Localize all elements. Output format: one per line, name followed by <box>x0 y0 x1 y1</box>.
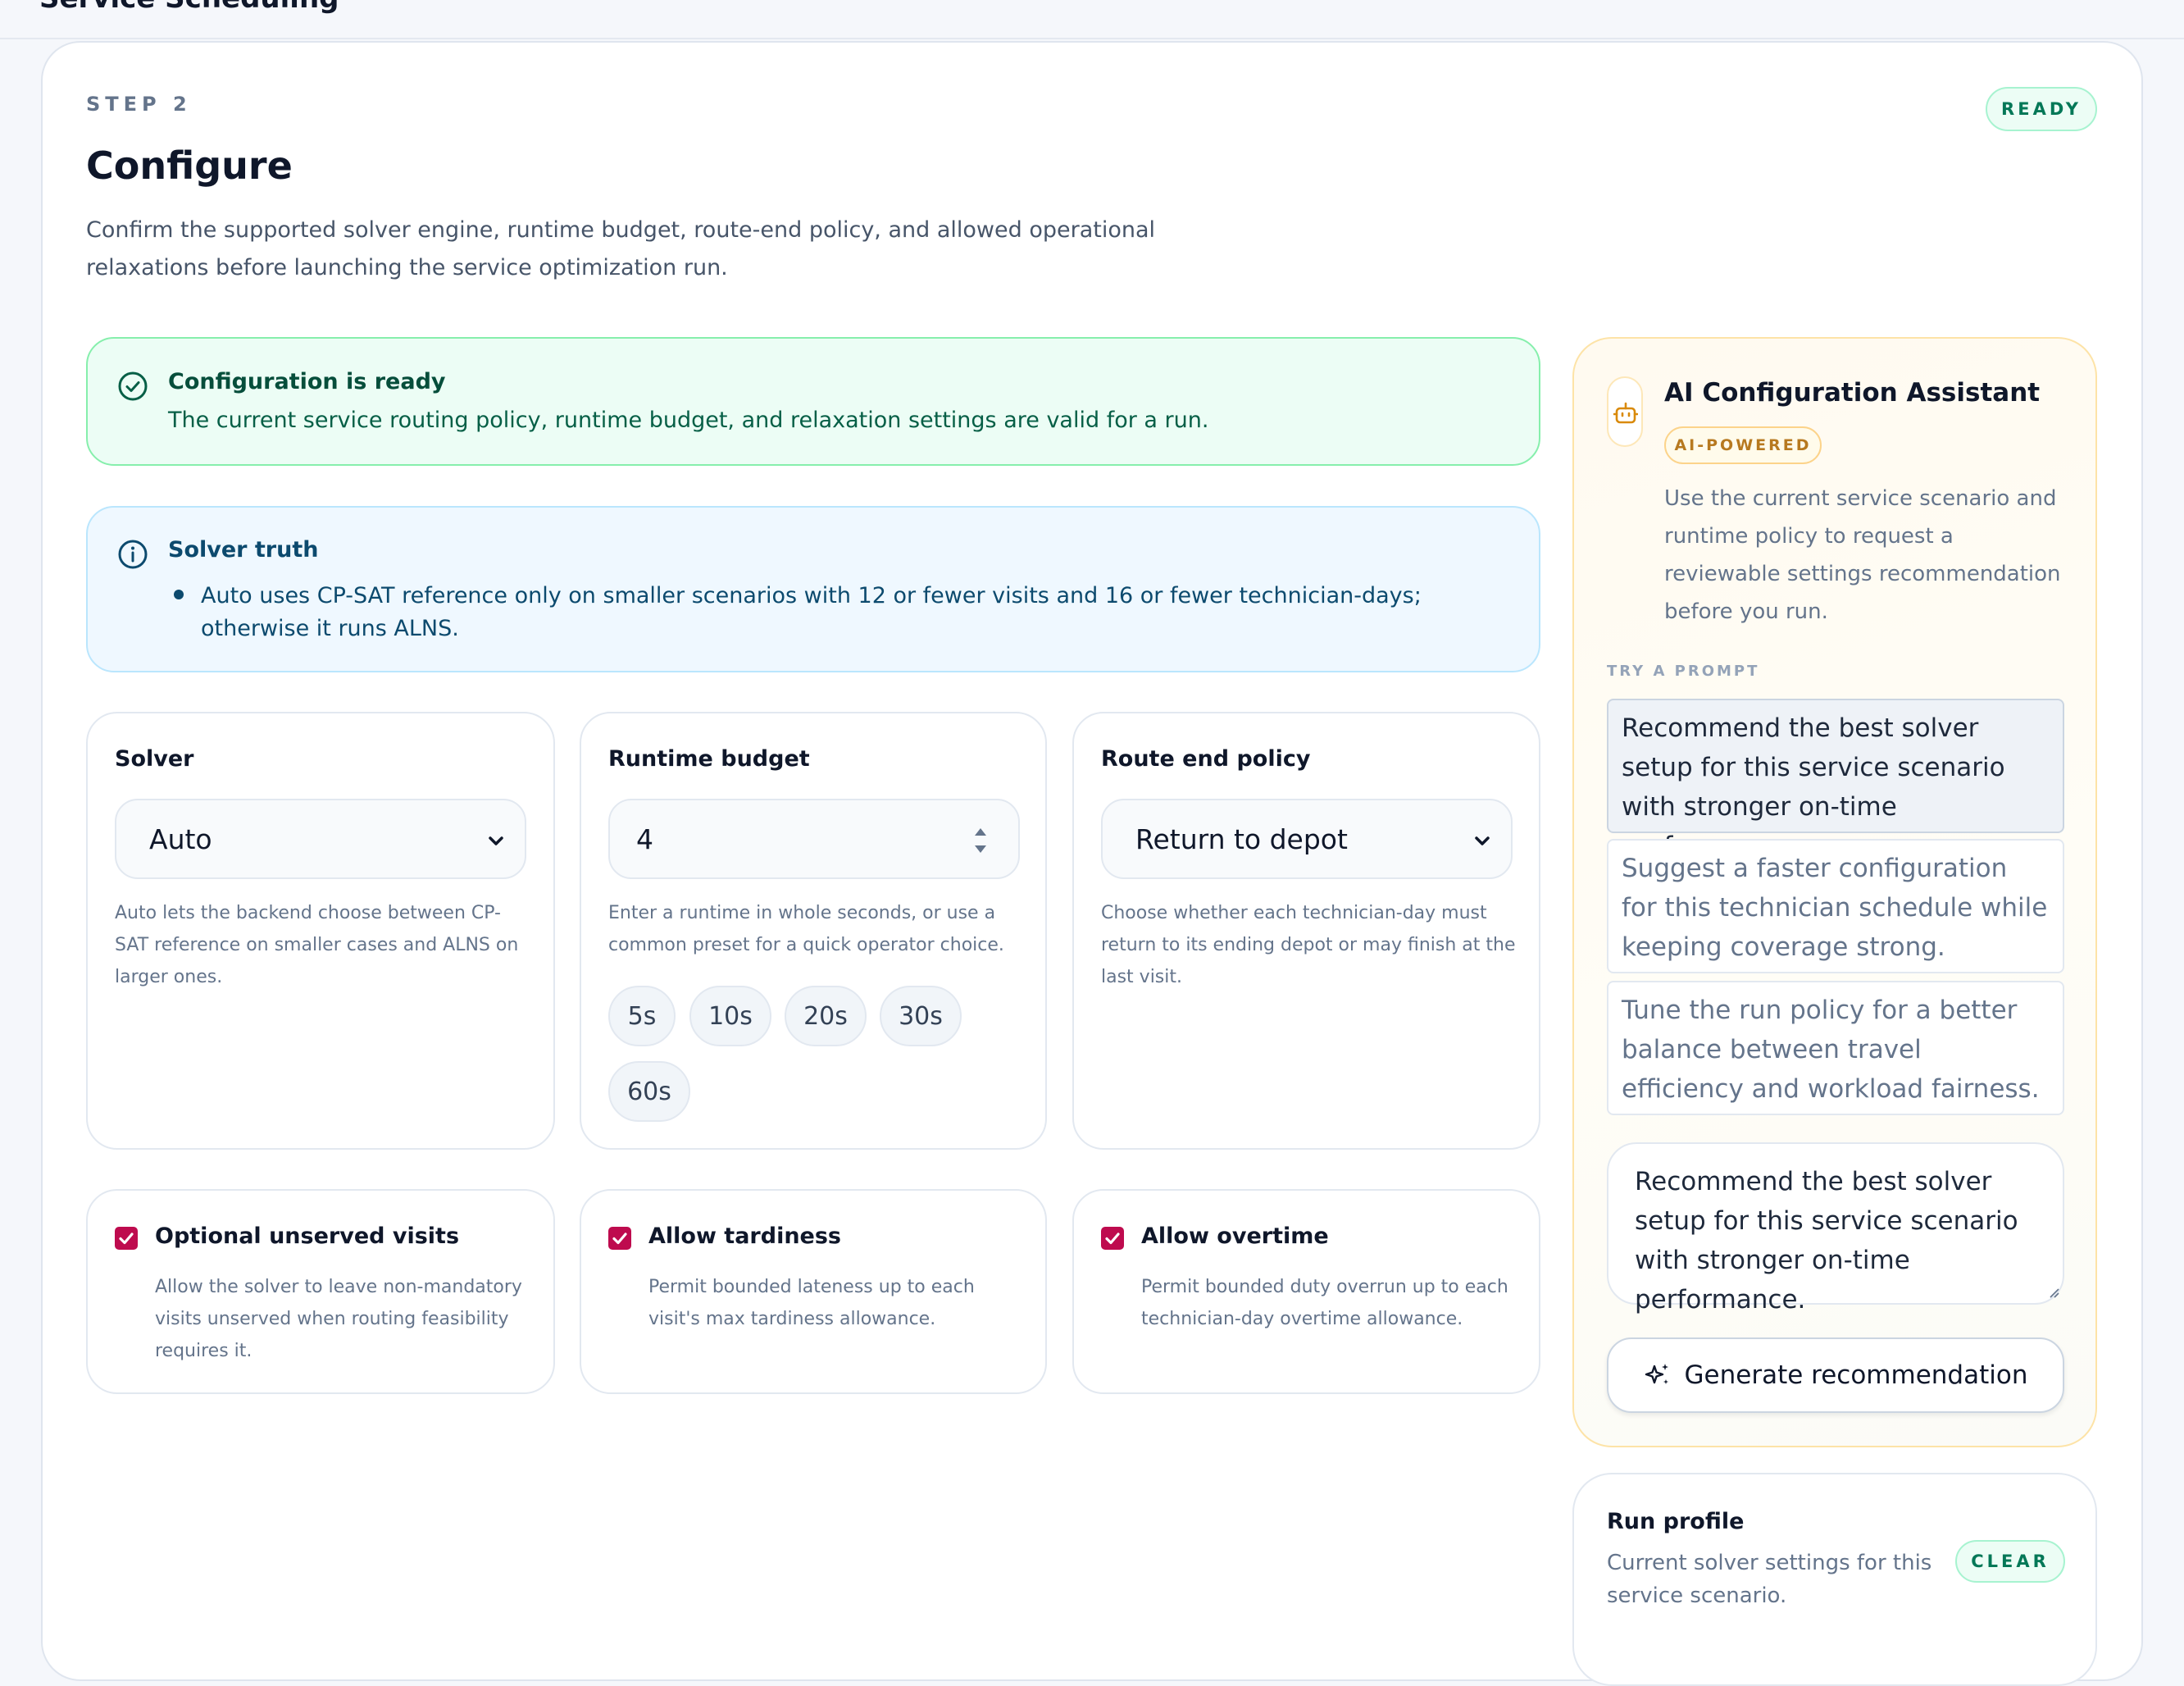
overtime-card: Allow overtime Permit bounded duty overr… <box>1072 1189 1540 1394</box>
ai-icon-wrap <box>1607 376 1643 447</box>
preset-chip-60s[interactable]: 60s <box>608 1061 690 1122</box>
tardiness-card: Allow tardiness Permit bounded lateness … <box>580 1189 1047 1394</box>
prompt-suggestion[interactable]: Tune the run policy for a better balance… <box>1607 981 2064 1115</box>
optional-visits-label[interactable]: Optional unserved visits <box>155 1223 459 1249</box>
preset-chip-30s[interactable]: 30s <box>880 986 962 1046</box>
route-end-select[interactable]: Return to depot <box>1101 799 1513 879</box>
ai-prompt-input[interactable]: Recommend the best solver setup for this… <box>1607 1142 2064 1315</box>
ai-powered-badge: AI-POWERED <box>1664 426 1822 464</box>
check-circle-icon <box>118 371 148 401</box>
optional-visits-card: Optional unserved visits Allow the solve… <box>86 1189 555 1394</box>
alert-body: Auto uses CP-SAT reference only on small… <box>201 583 1422 641</box>
page-title: Configure <box>86 144 293 188</box>
run-profile-title: Run profile <box>1607 1509 1745 1534</box>
alert-body: The current service routing policy, runt… <box>168 408 1209 433</box>
generate-button-label: Generate recommendation <box>1684 1360 2028 1390</box>
page-description: Confirm the supported solver engine, run… <box>86 217 1156 280</box>
runtime-label: Runtime budget <box>608 746 810 772</box>
runtime-help: Enter a runtime in whole seconds, or use… <box>608 903 1004 955</box>
run-profile-description: Current solver settings for this service… <box>1607 1551 1932 1608</box>
solver-select-value: Auto <box>149 822 212 855</box>
ai-assistant-title: AI Configuration Assistant <box>1664 378 2041 408</box>
overtime-help: Permit bounded duty overrun up to each t… <box>1141 1277 1508 1329</box>
solver-label: Solver <box>115 746 194 772</box>
preset-chip-10s[interactable]: 10s <box>689 986 771 1046</box>
tardiness-label[interactable]: Allow tardiness <box>648 1223 841 1249</box>
alert-title: Configuration is ready <box>168 369 446 394</box>
status-badge: READY <box>1986 87 2097 131</box>
bullet-dot <box>174 590 184 599</box>
runtime-panel: Runtime budget 4 Enter a runtime in whol… <box>580 712 1047 1150</box>
resize-handle-icon[interactable] <box>2048 1287 2059 1298</box>
route-end-label: Route end policy <box>1101 746 1311 772</box>
number-stepper-icon[interactable] <box>972 823 989 858</box>
chevron-down-icon <box>489 836 503 845</box>
checkmark-icon <box>612 1233 627 1245</box>
run-profile-card: Run profile Current solver settings for … <box>1572 1473 2097 1686</box>
generate-recommendation-button[interactable]: Generate recommendation <box>1607 1337 2064 1413</box>
chevron-down-icon <box>1475 836 1490 845</box>
run-profile-status-badge: CLEAR <box>1955 1540 2065 1583</box>
tardiness-checkbox[interactable] <box>608 1227 631 1250</box>
tardiness-help: Permit bounded lateness up to each visit… <box>648 1277 975 1329</box>
top-bar: Service Scheduling <box>0 0 2184 39</box>
route-end-panel: Route end policy Return to depot Choose … <box>1072 712 1540 1150</box>
runtime-input[interactable]: 4 <box>608 799 1020 879</box>
solver-panel: Solver Auto Auto lets the backend choose… <box>86 712 555 1150</box>
preset-chip-20s[interactable]: 20s <box>785 986 867 1046</box>
app-title: Service Scheduling <box>39 0 339 15</box>
overtime-label[interactable]: Allow overtime <box>1141 1223 1329 1249</box>
overtime-checkbox[interactable] <box>1101 1227 1124 1250</box>
preset-chip-5s[interactable]: 5s <box>608 986 676 1046</box>
sparkles-icon <box>1645 1364 1668 1384</box>
checkmark-icon <box>1105 1233 1120 1245</box>
info-icon <box>118 540 148 569</box>
solver-help: Auto lets the backend choose between CP-… <box>115 903 519 987</box>
try-prompt-label: TRY A PROMPT <box>1607 663 1760 680</box>
alert-title: Solver truth <box>168 537 319 563</box>
solver-select[interactable]: Auto <box>115 799 526 879</box>
prompt-suggestion[interactable]: Suggest a faster configuration for this … <box>1607 839 2064 973</box>
prompt-suggestion[interactable]: Recommend the best solver setup for this… <box>1607 699 2064 861</box>
robot-icon <box>1613 402 1638 424</box>
optional-visits-help: Allow the solver to leave non-mandatory … <box>155 1277 522 1361</box>
route-end-select-value: Return to depot <box>1135 822 1348 855</box>
config-ready-alert: Configuration is ready The current servi… <box>86 337 1540 466</box>
ai-assistant-description: Use the current service scenario and run… <box>1664 486 2061 624</box>
runtime-input-value: 4 <box>636 822 653 855</box>
optional-visits-checkbox[interactable] <box>115 1227 138 1250</box>
solver-truth-alert: Solver truth Auto uses CP-SAT reference … <box>86 506 1540 672</box>
step-eyebrow: STEP 2 <box>86 93 192 116</box>
checkmark-icon <box>119 1233 134 1245</box>
ai-assistant-card: AI Configuration Assistant AI-POWERED Us… <box>1572 337 2097 1447</box>
route-end-help: Choose whether each technician-day must … <box>1101 903 1516 987</box>
